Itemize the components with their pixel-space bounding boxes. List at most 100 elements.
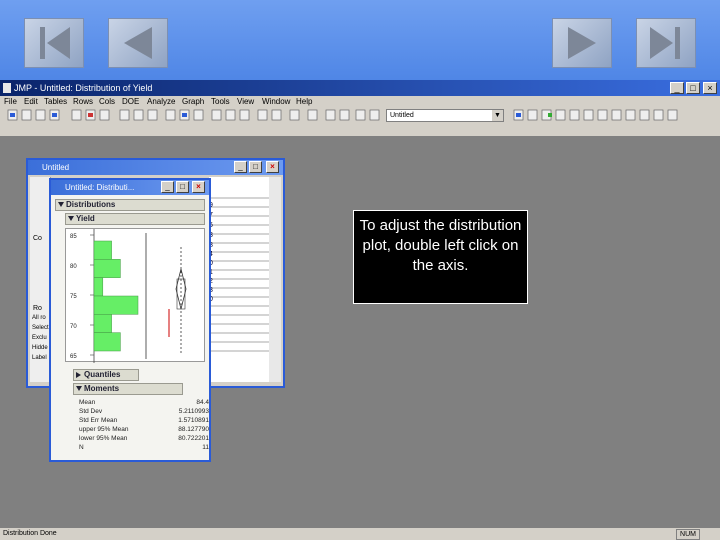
yield-header[interactable]: Yield — [65, 213, 205, 225]
disclosure-open-icon[interactable] — [76, 386, 82, 391]
yield-header-label: Yield — [76, 214, 95, 223]
distribution-close-button[interactable]: × — [192, 181, 205, 193]
histogram-bar[interactable] — [93, 240, 112, 260]
menu-cols[interactable]: Cols — [99, 97, 115, 106]
table-grid-lines — [209, 197, 269, 352]
previous-slide-icon — [124, 27, 152, 59]
histogram-bar[interactable] — [93, 314, 112, 333]
moment-value: 84.4 — [196, 399, 209, 406]
moment-label: Mean — [79, 399, 96, 406]
menu-edit[interactable]: Edit — [24, 97, 38, 106]
moment-row: N 11 — [79, 444, 209, 453]
app-icon — [3, 83, 11, 93]
moment-label: Std Dev — [79, 408, 103, 415]
data-table-title: Untitled — [42, 163, 70, 172]
cols-label: Co — [33, 235, 42, 242]
app-titlebar: JMP - Untitled: Distribution of Yield _ … — [0, 80, 720, 96]
axis-tick-label[interactable]: 70 — [70, 324, 77, 330]
first-slide-icon — [40, 27, 70, 59]
menu-graph[interactable]: Graph — [182, 97, 204, 106]
histogram-bar[interactable] — [93, 277, 104, 297]
moment-value: 5.2110993 — [178, 408, 209, 415]
axis-tick-label[interactable]: 75 — [70, 294, 77, 300]
maximize-button[interactable]: □ — [686, 82, 700, 94]
excluded-label: Exclu — [32, 335, 47, 341]
moment-value: 11 — [202, 444, 209, 451]
first-slide-button[interactable] — [24, 18, 84, 68]
moment-row: Std Dev 5.2110993 — [79, 408, 209, 417]
histogram-bar[interactable] — [93, 332, 121, 352]
histogram-plot[interactable]: 85 80 75 70 65 — [66, 229, 206, 363]
menu-help[interactable]: Help — [296, 97, 312, 106]
table-scrollbar[interactable] — [269, 177, 281, 382]
moment-row: lower 95% Mean 80.722201 — [79, 435, 209, 444]
moment-value: 1.5710891 — [178, 417, 209, 424]
menu-rows[interactable]: Rows — [73, 97, 93, 106]
moment-label: lower 95% Mean — [79, 435, 128, 442]
num-lock-indicator: NUM — [676, 529, 700, 540]
previous-slide-button[interactable] — [108, 18, 168, 68]
table-grid[interactable] — [209, 177, 269, 382]
histogram-bar[interactable] — [93, 259, 121, 278]
distribution-minimize-button[interactable]: _ — [161, 181, 174, 193]
histogram-area[interactable]: 85 80 75 70 65 — [65, 228, 206, 363]
next-slide-button[interactable] — [552, 18, 612, 68]
table-panel-left: Co Ro All ro Select Exclu Hidde Label — [30, 177, 51, 382]
next-slide-icon — [568, 27, 596, 59]
status-bar: Distribution Done NUM — [0, 528, 720, 540]
menu-tools[interactable]: Tools — [211, 97, 230, 106]
last-slide-icon — [650, 27, 680, 59]
moment-label: upper 95% Mean — [79, 426, 129, 433]
disclosure-open-icon[interactable] — [58, 202, 64, 207]
slide-banner — [0, 0, 720, 80]
status-text: Distribution Done — [3, 530, 57, 537]
menu-tables[interactable]: Tables — [44, 97, 67, 106]
minimize-button[interactable]: _ — [670, 82, 684, 94]
selected-label: Select — [32, 325, 49, 331]
menu-doe[interactable]: DOE — [122, 97, 139, 106]
moment-value: 88.127790 — [178, 426, 209, 433]
toolbar[interactable] — [0, 108, 720, 122]
axis-tick-label[interactable]: 65 — [70, 354, 77, 360]
histogram-bar[interactable] — [93, 295, 139, 315]
table-combo[interactable]: Untitled ▼ — [386, 109, 504, 122]
distribution-window[interactable]: Untitled: Distributi... _ □ × Distributi… — [49, 178, 211, 462]
table-combo-value: Untitled — [390, 112, 414, 119]
rows-label: Ro — [33, 305, 42, 312]
data-table-minimize-button[interactable]: _ — [234, 161, 247, 173]
moments-header-label: Moments — [84, 384, 120, 393]
menu-file[interactable]: File — [4, 97, 17, 106]
menu-bar: File Edit Tables Rows Cols DOE Analyze G… — [0, 96, 720, 107]
labelled-label: Label — [32, 355, 47, 361]
axis-tick-label[interactable]: 80 — [70, 264, 77, 270]
quantiles-header-label: Quantiles — [84, 370, 121, 379]
moment-label: N — [79, 444, 84, 451]
distribution-title: Untitled: Distributi... — [65, 183, 135, 192]
moment-label: Std Err Mean — [79, 417, 118, 424]
axis-tick-label[interactable]: 85 — [70, 234, 77, 240]
menu-analyze[interactable]: Analyze — [147, 97, 175, 106]
moment-row: Std Err Mean 1.5710891 — [79, 417, 209, 426]
distributions-header-label: Distributions — [66, 200, 116, 209]
app-title: JMP - Untitled: Distribution of Yield — [14, 83, 153, 93]
menu-view[interactable]: View — [237, 97, 254, 106]
menu-window[interactable]: Window — [262, 97, 290, 106]
data-table-maximize-button[interactable]: □ — [249, 161, 262, 173]
distributions-header[interactable]: Distributions — [55, 199, 205, 211]
disclosure-closed-icon[interactable] — [76, 372, 81, 378]
moment-row: upper 95% Mean 88.127790 — [79, 426, 209, 435]
moment-row: Mean 84.4 — [79, 399, 209, 408]
distribution-maximize-button[interactable]: □ — [176, 181, 189, 193]
data-table-close-button[interactable]: × — [266, 161, 279, 173]
quantiles-header[interactable]: Quantiles — [73, 369, 139, 381]
instruction-callout: To adjust the distribution plot, double … — [353, 210, 528, 304]
instruction-text: To adjust the distribution plot, double … — [359, 217, 522, 274]
moment-value: 80.722201 — [178, 435, 209, 442]
hidden-label: Hidde — [32, 345, 48, 351]
moments-header[interactable]: Moments — [73, 383, 183, 395]
close-button[interactable]: × — [703, 82, 717, 94]
disclosure-open-icon[interactable] — [68, 216, 74, 221]
all-rows-label: All ro — [32, 315, 46, 321]
chevron-down-icon[interactable]: ▼ — [492, 110, 503, 121]
last-slide-button[interactable] — [636, 18, 696, 68]
